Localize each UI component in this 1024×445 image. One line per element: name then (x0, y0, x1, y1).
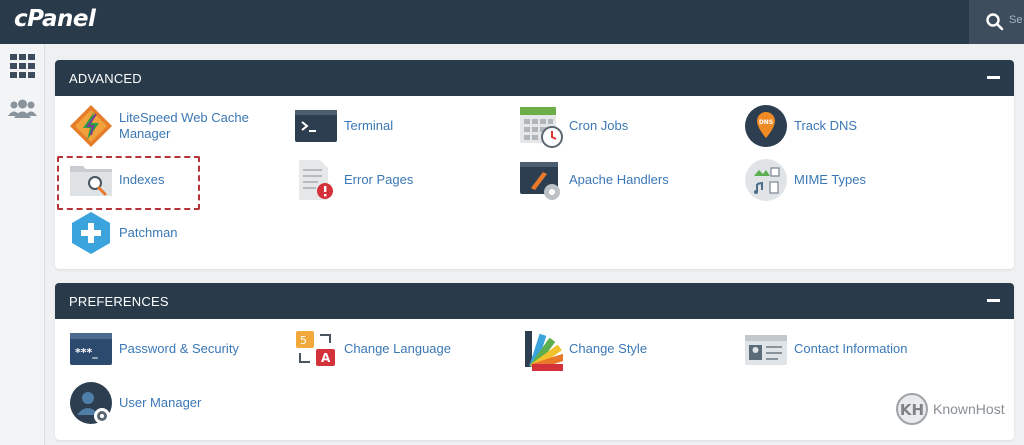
item-label: User Manager (119, 395, 202, 410)
change-style-link[interactable]: Change Style (519, 325, 734, 373)
panel-title: PREFERENCES (69, 294, 169, 309)
cron-jobs-link[interactable]: Cron Jobs (519, 102, 734, 150)
collapse-icon[interactable] (987, 299, 1000, 302)
panel-title: ADVANCED (69, 71, 142, 86)
apache-handlers-icon (520, 162, 560, 200)
mime-types-link[interactable]: MIME Types (744, 156, 959, 204)
color-swatches-icon (525, 331, 563, 371)
item-label: MIME Types (794, 172, 867, 187)
svg-text:5: 5 (300, 334, 307, 347)
preferences-panel: PREFERENCES ***_ Password & Security 5 A… (55, 283, 1014, 440)
users-icon[interactable] (7, 96, 38, 124)
item-label: Password & Security (119, 341, 239, 356)
top-bar: cPanel Se (0, 0, 1024, 44)
item-label: Apache Handlers (569, 172, 669, 187)
track-dns-link[interactable]: DNS Track DNS (744, 102, 959, 150)
contact-card-icon (745, 335, 787, 365)
item-label: LiteSpeed Web Cache Manager (119, 110, 249, 141)
terminal-icon (295, 110, 337, 142)
language-icon: 5 A (296, 331, 335, 366)
user-gear-icon (70, 382, 112, 424)
svg-text:***_: ***_ (75, 346, 98, 359)
main-content: ADVANCED LiteSpeed Web Cache Manager Ter… (45, 44, 1024, 445)
error-document-icon (299, 160, 333, 200)
litespeed-web-cache-manager-link[interactable]: LiteSpeed Web Cache Manager (69, 102, 284, 150)
search-input[interactable]: Se (1009, 14, 1023, 26)
highlight-indexes (57, 156, 200, 210)
knownhost-watermark: KH KnownHost (895, 392, 1024, 428)
contact-information-link[interactable]: Contact Information (744, 325, 959, 373)
knownhost-logo-icon: KH (896, 393, 928, 425)
advanced-panel-header[interactable]: ADVANCED (55, 60, 1014, 96)
password-security-link[interactable]: ***_ Password & Security (69, 325, 284, 373)
collapse-icon[interactable] (987, 76, 1000, 79)
mime-types-icon (745, 159, 787, 201)
item-label: Change Language (344, 341, 451, 356)
preferences-panel-header[interactable]: PREFERENCES (55, 283, 1014, 319)
calendar-clock-icon (520, 107, 563, 148)
svg-text:DNS: DNS (759, 119, 773, 126)
patchman-icon (72, 212, 110, 254)
item-label: Terminal (344, 118, 394, 133)
item-label: Track DNS (794, 118, 858, 133)
item-label: Patchman (119, 225, 178, 240)
search-icon[interactable] (985, 12, 1005, 32)
user-manager-link[interactable]: User Manager (69, 379, 284, 427)
item-label: Cron Jobs (569, 118, 629, 133)
search-box[interactable]: Se (969, 0, 1024, 44)
cpanel-logo[interactable]: cPanel (14, 6, 96, 32)
password-window-icon: ***_ (70, 333, 112, 365)
watermark-text: KnownHost (933, 401, 1005, 417)
item-label: Change Style (569, 341, 648, 356)
litespeed-icon (70, 105, 112, 147)
sidebar (0, 44, 45, 445)
change-language-link[interactable]: 5 A Change Language (294, 325, 509, 373)
patchman-link[interactable]: Patchman (69, 209, 284, 257)
dns-pin-icon: DNS (745, 105, 787, 147)
svg-text:A: A (321, 351, 331, 365)
terminal-link[interactable]: Terminal (294, 102, 509, 150)
svg-text:KH: KH (900, 401, 924, 419)
apache-handlers-link[interactable]: Apache Handlers (519, 156, 734, 204)
item-label: Contact Information (794, 341, 908, 356)
grid-icon[interactable] (7, 52, 38, 80)
error-pages-link[interactable]: Error Pages (294, 156, 509, 204)
item-label: Error Pages (344, 172, 414, 187)
